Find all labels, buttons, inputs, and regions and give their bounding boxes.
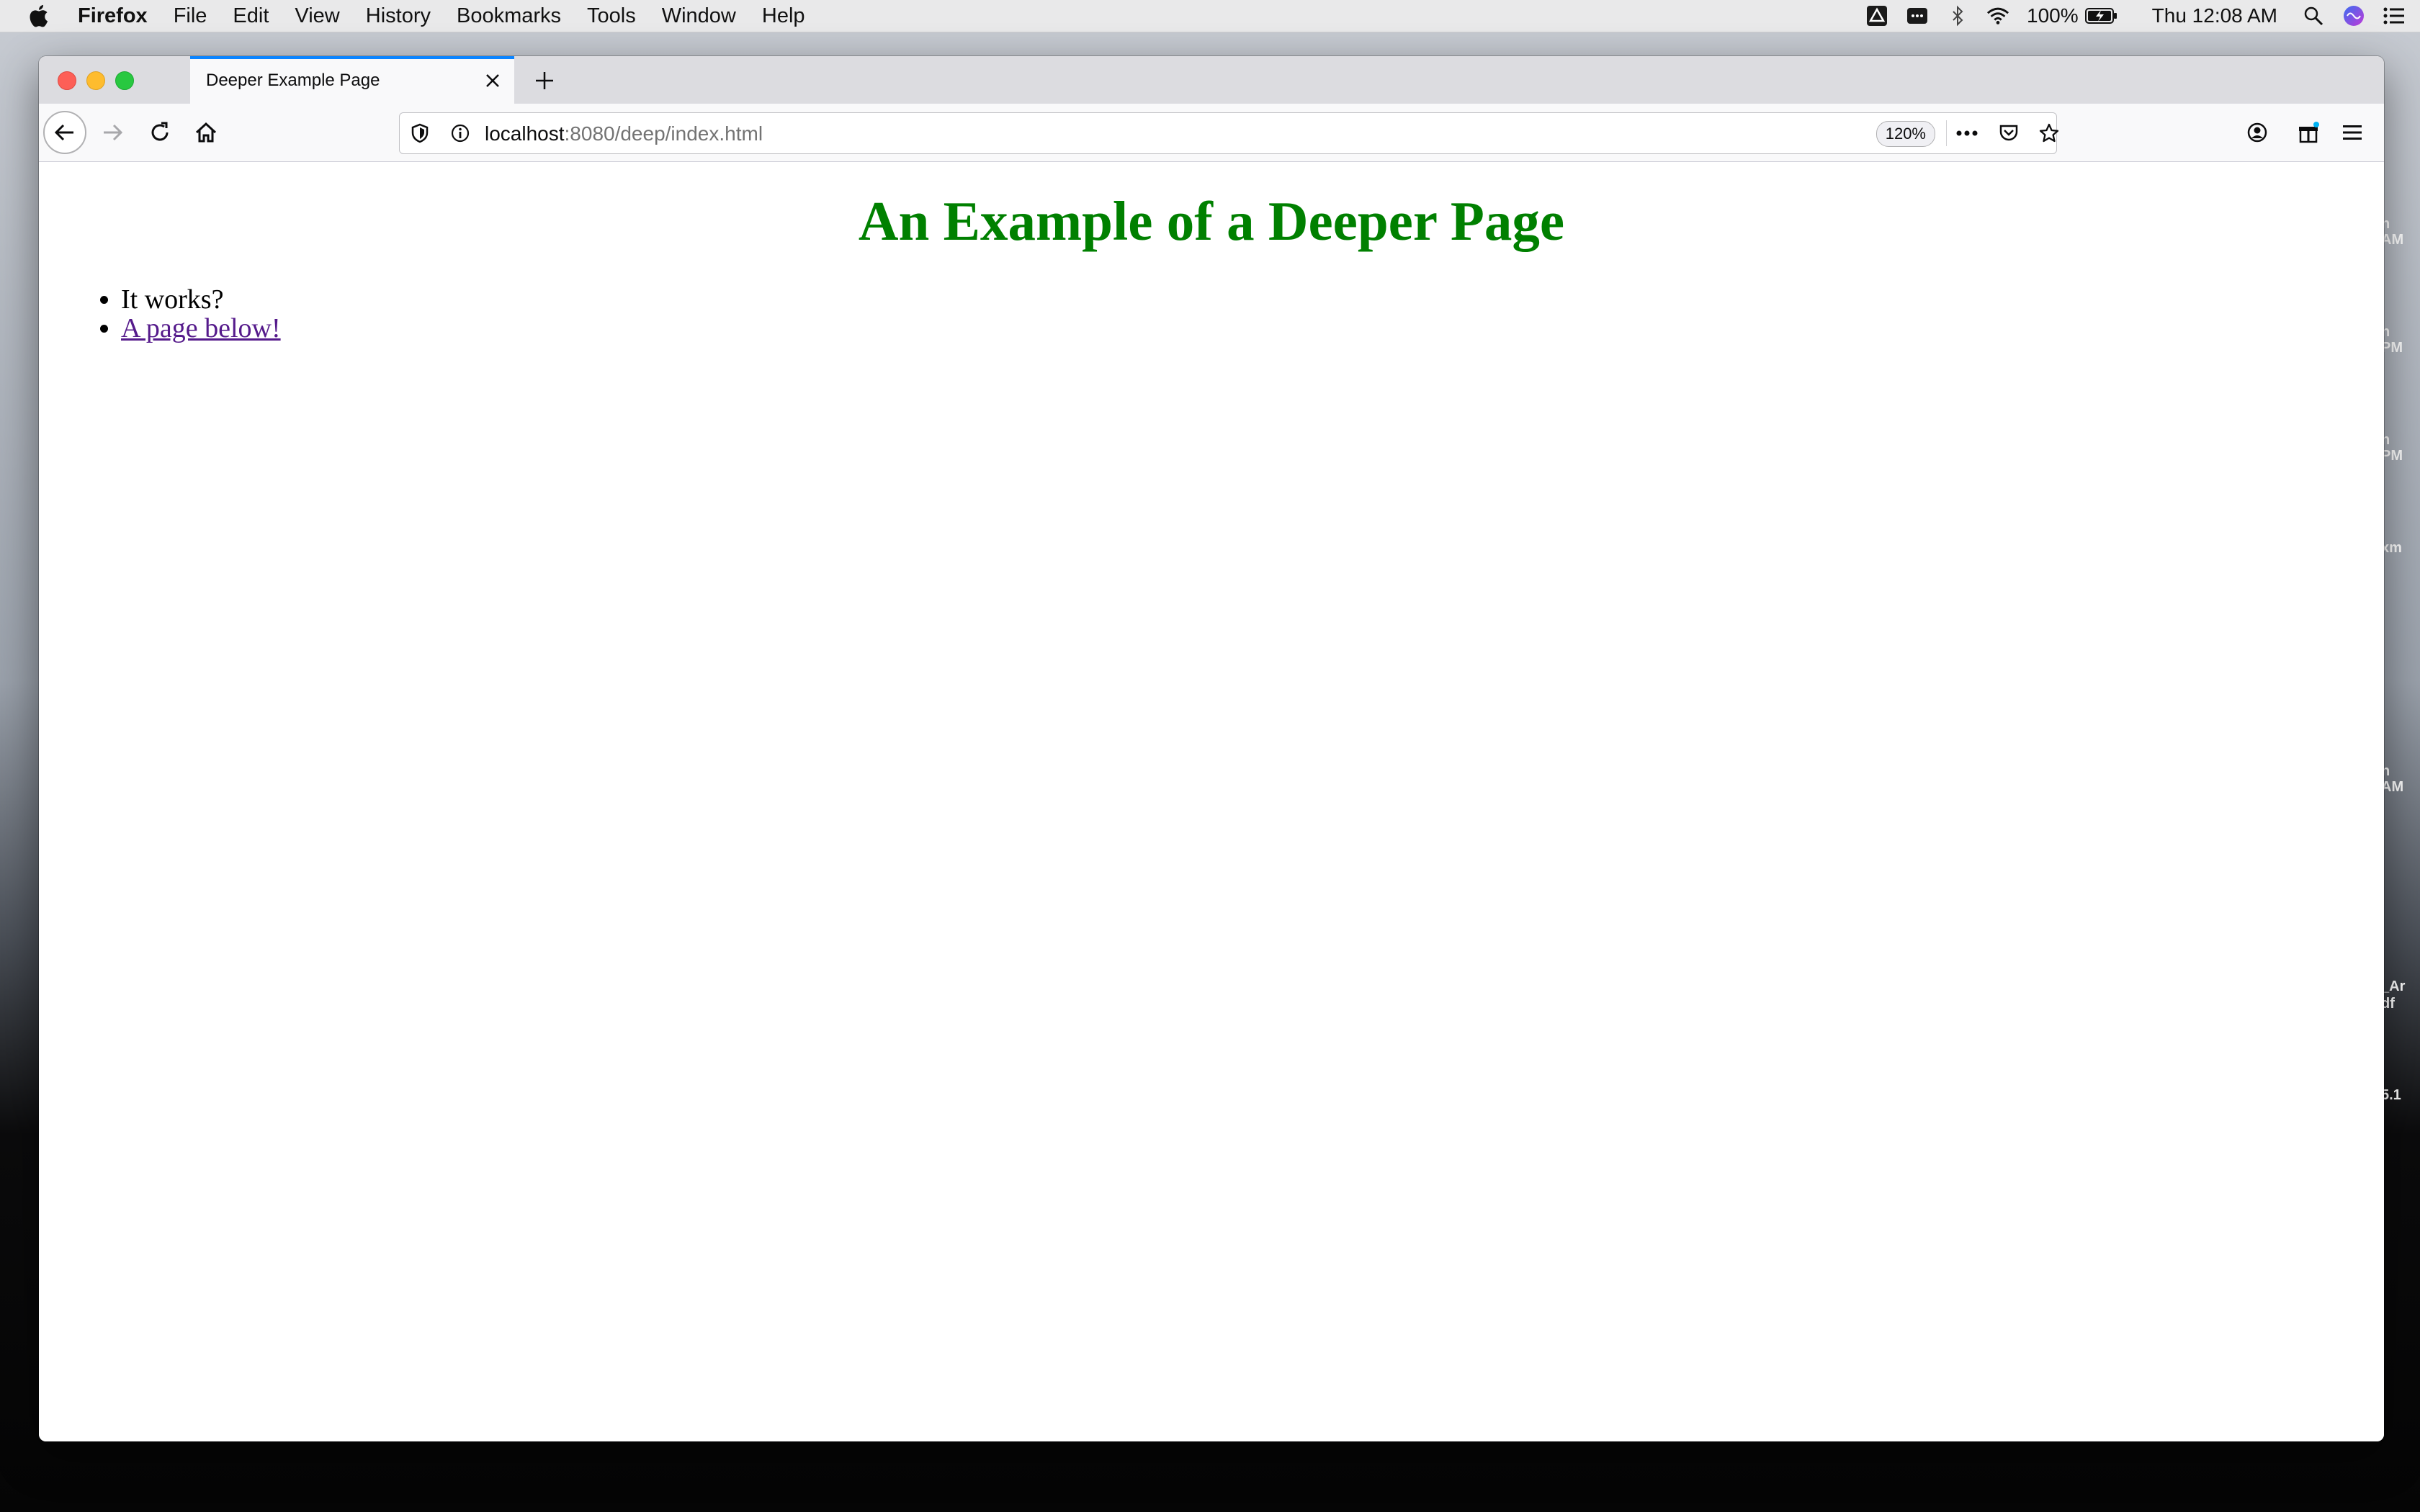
back-arrow-icon[interactable] — [43, 111, 86, 154]
list-item-text: It works? — [121, 284, 224, 315]
page-below-link[interactable]: A page below! — [121, 313, 281, 343]
desktop-file-label: n PM — [2381, 432, 2403, 464]
tab-deeper-example-page[interactable]: Deeper Example Page — [190, 56, 514, 104]
app-name-menu[interactable]: Firefox — [78, 4, 148, 28]
close-tab-icon[interactable] — [480, 68, 506, 94]
menu-bar: Firefox File Edit View History Bookmarks… — [0, 0, 2420, 32]
hamburger-menu-icon[interactable] — [2332, 112, 2372, 153]
menu-tools[interactable]: Tools — [587, 4, 636, 28]
more-tray-icon[interactable] — [1906, 4, 1929, 27]
desktop-file-label: _Ar df — [2381, 978, 2406, 1012]
site-info-icon[interactable] — [443, 113, 478, 153]
desktop-file-label: n AM — [2381, 216, 2404, 248]
url-host: localhost — [485, 122, 565, 145]
menubar-clock[interactable]: Thu 12:08 AM — [2152, 4, 2277, 27]
tracking-protection-shield-icon[interactable] — [403, 113, 437, 153]
page-list: It works? A page below! — [39, 285, 2384, 343]
forward-arrow-icon[interactable] — [92, 112, 133, 153]
url-text[interactable]: localhost:8080/deep/index.html — [485, 122, 763, 145]
home-icon[interactable] — [186, 112, 226, 153]
url-path: :8080/deep/index.html — [564, 122, 763, 145]
whats-new-gift-icon[interactable] — [2289, 112, 2329, 153]
siri-icon[interactable] — [2342, 4, 2365, 27]
drive-icon[interactable] — [1865, 4, 1888, 27]
menu-help[interactable]: Help — [762, 4, 805, 28]
minimize-window-button[interactable] — [86, 71, 105, 90]
menu-history[interactable]: History — [366, 4, 431, 28]
battery-percentage: 100% — [2027, 4, 2079, 27]
account-icon[interactable] — [2237, 112, 2277, 153]
menu-window[interactable]: Window — [662, 4, 736, 28]
spotlight-search-icon[interactable] — [2302, 4, 2325, 27]
menu-bookmarks[interactable]: Bookmarks — [457, 4, 561, 28]
menu-view[interactable]: View — [295, 4, 339, 28]
list-item: A page below! — [121, 314, 2384, 343]
tab-bar: Deeper Example Page — [39, 56, 2384, 104]
menu-edit[interactable]: Edit — [233, 4, 269, 28]
wifi-icon[interactable] — [1986, 4, 2009, 27]
desktop-file-label: n PM — [2381, 324, 2403, 356]
desktop-file-label: xm — [2381, 540, 2402, 556]
pocket-icon[interactable] — [1991, 113, 2026, 153]
bluetooth-icon[interactable] — [1946, 4, 1969, 27]
menu-file[interactable]: File — [174, 4, 207, 28]
address-bar[interactable]: localhost:8080/deep/index.html 120% — [399, 112, 2059, 154]
desktop-file-label: n AM — [2381, 763, 2404, 795]
zoom-level-button[interactable]: 120% — [1876, 121, 1935, 147]
url-separator — [1946, 120, 1947, 146]
new-tab-icon[interactable] — [529, 65, 560, 96]
page-heading: An Example of a Deeper Page — [858, 190, 1565, 252]
apple-logo-icon[interactable] — [27, 4, 49, 28]
list-item: It works? — [121, 285, 2384, 314]
notification-center-icon[interactable] — [2383, 4, 2406, 27]
zoom-window-button[interactable] — [115, 71, 134, 90]
close-window-button[interactable] — [58, 71, 76, 90]
status-tray: 100% Thu 12:08 AM — [1865, 0, 2420, 32]
tab-title: Deeper Example Page — [206, 71, 380, 90]
bookmark-star-icon[interactable] — [2032, 113, 2066, 153]
battery-icon[interactable] — [2084, 4, 2119, 27]
page-actions-menu-icon[interactable] — [1950, 113, 1984, 153]
navigation-toolbar: localhost:8080/deep/index.html 120% — [39, 104, 2384, 162]
reload-icon[interactable] — [140, 112, 180, 153]
desktop-file-label: 5.1 — [2381, 1087, 2401, 1103]
page-content: An Example of a Deeper Page It works? A … — [39, 162, 2384, 1441]
browser-window: Deeper Example Page localhost:8080/deep/… — [39, 56, 2384, 1441]
